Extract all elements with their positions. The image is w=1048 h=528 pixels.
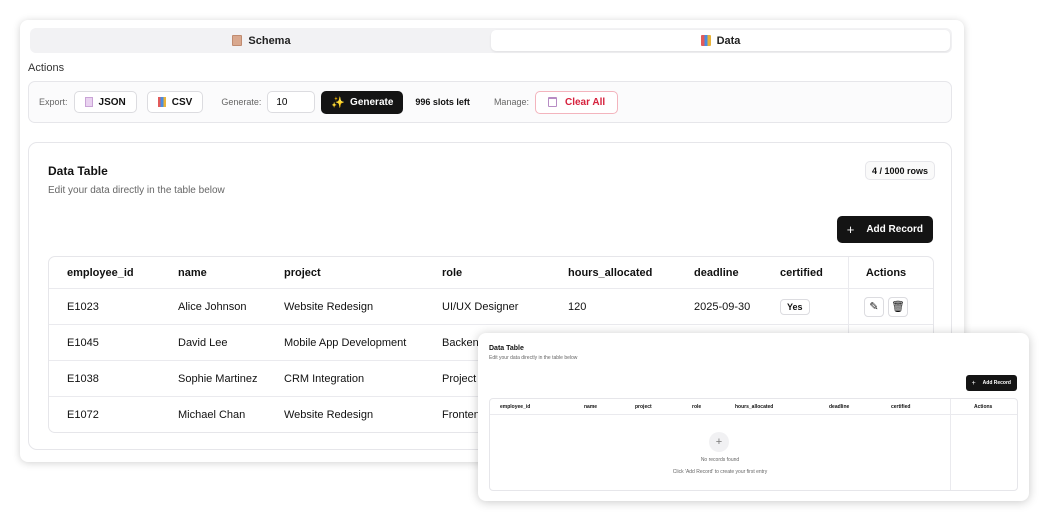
bar-chart-icon — [157, 97, 166, 107]
table-cell[interactable]: E1045 — [49, 337, 160, 349]
plus-icon: + — [846, 222, 855, 237]
table-cell[interactable]: Alice Johnson — [160, 301, 266, 313]
column-header: deadline — [694, 266, 739, 279]
json-label: JSON — [98, 96, 126, 108]
tab-data-label: Data — [716, 34, 741, 47]
column-header: hours_allocated — [568, 266, 653, 279]
trash-icon[interactable]: 🗑 — [888, 296, 908, 317]
table-cell[interactable]: E1023 — [49, 301, 160, 313]
table-cell[interactable]: Michael Chan — [160, 409, 266, 421]
tab-schema-label: Schema — [248, 34, 291, 47]
column-header: employee_id — [500, 404, 531, 410]
table-cell[interactable]: E1038 — [49, 373, 160, 385]
column-header: role — [692, 404, 702, 410]
tab-data[interactable]: Data — [491, 30, 950, 51]
table-cell[interactable]: Sophie Martinez — [160, 373, 266, 385]
preview-table: employee_id name project role hours_allo… — [489, 398, 1018, 491]
clear-all-label: Clear All — [564, 96, 606, 108]
table-header-row: employee_id name project role hours_allo… — [49, 257, 933, 288]
bar-chart-icon — [700, 35, 711, 46]
export-label: Export: — [39, 97, 68, 107]
column-header: certified — [891, 404, 911, 410]
table-row: E1023 Alice Johnson Website Redesign UI/… — [49, 288, 933, 324]
export-csv-button[interactable]: CSV — [146, 91, 204, 113]
data-table-subtitle: Edit your data directly in the table bel… — [48, 185, 225, 196]
actions-column-divider — [950, 399, 951, 490]
row-actions: ✎ 🗑 — [848, 289, 923, 324]
table-cell[interactable]: E1072 — [49, 409, 160, 421]
edit-icon[interactable]: ✎ — [864, 296, 884, 317]
tab-bar: Schema Data — [30, 28, 952, 53]
generate-button-label: Generate — [350, 96, 394, 108]
certified-badge[interactable]: Yes — [780, 298, 810, 315]
document-icon — [232, 35, 243, 46]
column-header: Actions — [848, 257, 923, 288]
empty-state-hint: Click 'Add Record' to create your first … — [672, 469, 768, 475]
table-cell[interactable]: David Lee — [160, 337, 266, 349]
column-header: Actions — [974, 404, 993, 410]
document-icon — [84, 97, 93, 107]
column-header: certified — [780, 266, 823, 279]
table-cell: Yes — [762, 298, 848, 315]
column-header: role — [442, 266, 463, 279]
csv-label: CSV — [171, 96, 193, 108]
table-cell[interactable]: 2025-09-30 — [676, 301, 762, 313]
preview-add-record-button[interactable]: + Add Record — [965, 375, 1017, 391]
empty-table-preview: Data Table Edit your data directly in th… — [478, 333, 1029, 501]
table-cell[interactable]: Mobile App Development — [266, 337, 424, 349]
column-header: deadline — [829, 404, 850, 410]
actions-toolbar: Export: JSON CSV Generate: ✨ Generate 99… — [28, 81, 952, 123]
table-cell[interactable]: 120 — [550, 301, 676, 313]
generate-count-input[interactable] — [267, 91, 316, 113]
table-cell[interactable]: CRM Integration — [266, 373, 424, 385]
table-cell[interactable]: UI/UX Designer — [424, 301, 550, 313]
plus-icon[interactable]: + — [709, 432, 729, 452]
generate-label: Generate: — [221, 97, 262, 107]
add-record-button[interactable]: + Add Record — [836, 216, 933, 243]
row-count-badge: 4 / 1000 rows — [864, 161, 935, 180]
tab-schema[interactable]: Schema — [32, 30, 491, 51]
generate-button[interactable]: ✨ Generate — [321, 90, 404, 114]
trash-icon — [547, 97, 557, 107]
empty-state-title: No records found — [700, 457, 740, 463]
preview-add-record-label: Add Record — [982, 380, 1011, 386]
preview-title: Data Table — [489, 345, 524, 352]
sparkle-icon: ✨ — [331, 96, 346, 109]
preview-header-row: employee_id name project role hours_allo… — [490, 399, 1017, 415]
column-header: employee_id — [67, 266, 134, 279]
slots-left: 996 slots left — [415, 97, 470, 107]
plus-icon: + — [971, 379, 976, 387]
column-header: project — [635, 404, 652, 410]
column-header: name — [584, 404, 598, 410]
column-header: hours_allocated — [735, 404, 774, 410]
export-json-button[interactable]: JSON — [73, 91, 137, 113]
preview-subtitle: Edit your data directly in the table bel… — [489, 355, 578, 361]
table-cell[interactable]: Website Redesign — [266, 409, 424, 421]
clear-all-button[interactable]: Clear All — [534, 90, 619, 114]
column-header: project — [284, 266, 321, 279]
add-record-label: Add Record — [866, 224, 923, 235]
actions-heading: Actions — [28, 62, 65, 74]
manage-label: Manage: — [493, 97, 529, 107]
column-header: name — [178, 266, 207, 279]
table-cell[interactable]: Website Redesign — [266, 301, 424, 313]
data-table-title: Data Table — [48, 164, 108, 178]
